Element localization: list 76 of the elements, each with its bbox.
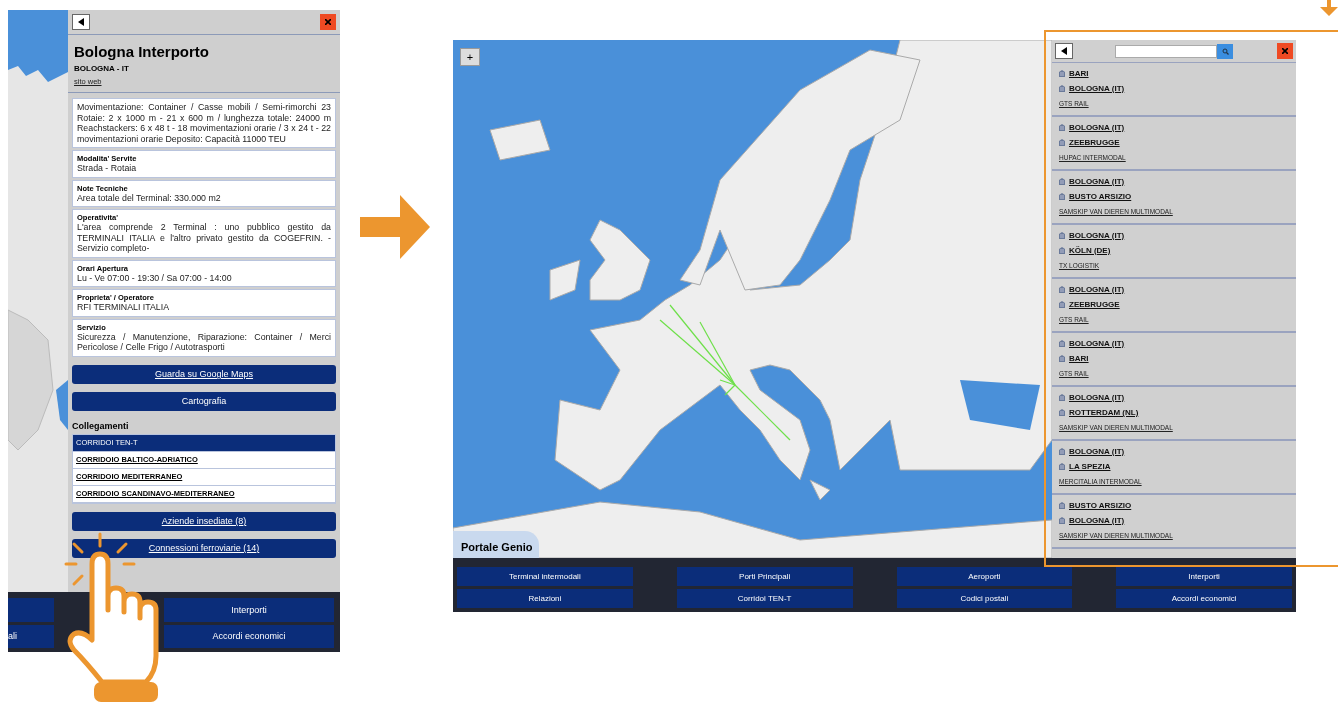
building-icon xyxy=(1059,286,1065,293)
building-icon xyxy=(1059,517,1065,524)
station-link[interactable]: ZEEBRUGGE xyxy=(1069,138,1120,147)
back-button[interactable] xyxy=(72,14,90,30)
nav-button[interactable]: Interporti xyxy=(164,598,334,622)
nav-button[interactable]: Interporti xyxy=(1116,567,1292,586)
down-arrow-icon xyxy=(1320,0,1338,16)
search-field[interactable] xyxy=(1115,44,1217,58)
search-icon xyxy=(1221,47,1229,55)
map-label: Portale Genio xyxy=(453,531,539,558)
panel-button[interactable]: Cartografia xyxy=(72,391,336,411)
building-icon xyxy=(1059,502,1065,509)
description-text: Movimentazione: Container / Casse mobili / Semi-rimorchi 23 Rotaie: 2 x 1000 m - 21 x 600 m / lunghezza totale: 24000 m Reachstackers: 6 x 48 t - 18 movimentazioni orarie / 3 x 24 t - 22 movimentazioni orarie Deposito: Capacità 11000 TEU xyxy=(77,102,331,144)
section-value: L'area comprende 2 Terminal : uno pubblico gestito da TERMINALI ITALIA e l'altro privato gestito da COGEFRIN. - Servizio completo- xyxy=(77,222,331,254)
station-link[interactable]: LA SPEZIA xyxy=(1069,462,1111,471)
back-arrow-icon xyxy=(77,18,85,26)
panel-button[interactable]: Aziende insediate (8) xyxy=(72,511,336,531)
section-value: RFI TERMINALI ITALIA xyxy=(77,302,171,313)
building-icon xyxy=(1059,193,1065,200)
search-button[interactable] xyxy=(1217,43,1233,59)
station-link[interactable]: BOLOGNA (IT) xyxy=(1069,123,1125,132)
nav-button[interactable]: ali xyxy=(8,624,54,648)
building-icon xyxy=(1059,85,1065,92)
terminal-location: BOLOGNA - IT xyxy=(74,64,129,73)
station-link[interactable]: BARI xyxy=(1069,354,1089,363)
terminal-title: Bologna Interporto xyxy=(74,43,209,61)
station-link[interactable]: BOLOGNA (IT) xyxy=(1069,177,1125,186)
building-icon xyxy=(1059,394,1065,401)
nav-button[interactable]: Codici postali xyxy=(896,589,1073,608)
station-link[interactable]: BUSTO ARSIZIO xyxy=(1069,192,1132,201)
section-value: Sicurezza / Manutenzione, Riparazione: Container / Merci Pericolose / Celle Frigo / Autotrasporti xyxy=(77,331,331,353)
building-icon xyxy=(1059,301,1065,308)
nav-button[interactable]: Porti Principali xyxy=(676,567,853,586)
close-button[interactable] xyxy=(1277,43,1293,59)
nav-button[interactable]: Accordi economici xyxy=(1116,589,1292,608)
section-heading: Collegamenti xyxy=(72,420,130,431)
nav-button[interactable]: Relazioni xyxy=(457,589,633,608)
building-icon xyxy=(1059,355,1065,362)
building-icon xyxy=(1059,247,1065,254)
station-link[interactable]: BOLOGNA (IT) xyxy=(1069,339,1125,348)
back-arrow-icon xyxy=(1060,47,1068,55)
station-link[interactable]: BUSTO ARSIZIO xyxy=(1069,501,1132,510)
section-value: Area totale del Terminal: 330.000 m2 xyxy=(77,192,222,203)
building-icon xyxy=(1059,409,1065,416)
building-icon xyxy=(1059,463,1065,470)
station-link[interactable]: BOLOGNA (IT) xyxy=(1069,393,1125,402)
building-icon xyxy=(1059,340,1065,347)
building-icon xyxy=(1059,124,1065,131)
nav-button[interactable]: Terminal intermodali xyxy=(457,567,633,586)
station-link[interactable]: BOLOGNA (IT) xyxy=(1069,447,1125,456)
station-link[interactable]: BOLOGNA (IT) xyxy=(1069,231,1125,240)
nav-button[interactable]: Aeroporti xyxy=(896,567,1073,586)
station-link[interactable]: ZEEBRUGGE xyxy=(1069,300,1120,309)
station-link[interactable]: BARI xyxy=(1069,69,1089,78)
building-icon xyxy=(1059,448,1065,455)
building-icon xyxy=(1059,70,1065,77)
station-link[interactable]: BOLOGNA (IT) xyxy=(1069,516,1125,525)
close-icon xyxy=(325,19,331,25)
building-icon xyxy=(1059,139,1065,146)
nav-button[interactable]: Accordi economici xyxy=(164,624,334,648)
building-icon xyxy=(1059,232,1065,239)
close-icon xyxy=(1282,48,1288,54)
section-value: Lu - Ve 07:00 - 19:30 / Sa 07:00 - 14:00 xyxy=(77,272,233,283)
section-value: Strada - Rotaia xyxy=(77,163,138,174)
station-link[interactable]: BOLOGNA (IT) xyxy=(1069,84,1125,93)
panel-button[interactable]: Connessioni ferroviarie (14) xyxy=(72,538,336,558)
panel-button[interactable]: Guarda su Google Maps xyxy=(72,364,336,384)
back-button[interactable] xyxy=(1055,43,1073,59)
station-link[interactable]: ROTTERDAM (NL) xyxy=(1069,408,1139,417)
station-link[interactable]: KÖLN (DE) xyxy=(1069,246,1111,255)
arrow-icon xyxy=(360,195,430,259)
nav-button[interactable]: Corridoi TEN-T xyxy=(676,589,853,608)
close-button[interactable] xyxy=(320,14,336,30)
station-link[interactable]: BOLOGNA (IT) xyxy=(1069,285,1125,294)
zoom-in-button[interactable]: + xyxy=(460,48,480,66)
building-icon xyxy=(1059,178,1065,185)
